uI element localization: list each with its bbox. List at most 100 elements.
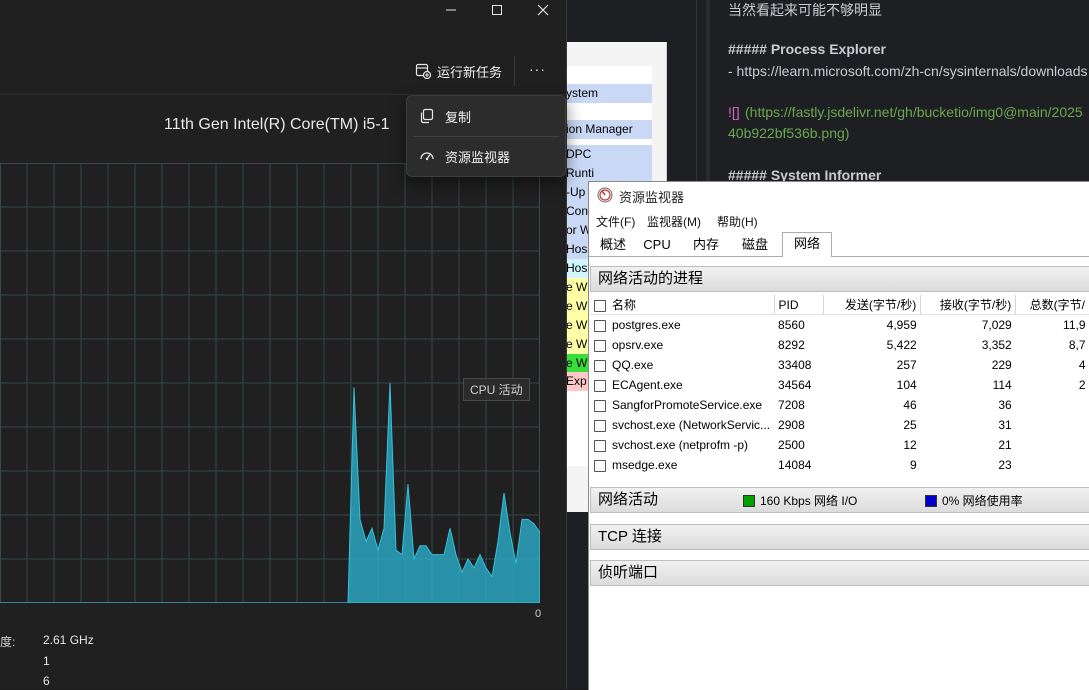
axis-zero-label: 0 xyxy=(535,608,542,620)
select-all-checkbox[interactable] xyxy=(594,299,606,312)
tab-network[interactable]: 网络 xyxy=(782,232,832,257)
network-usage-value: 0% 网络使用率 xyxy=(942,494,1023,508)
process-table-body: postgres.exe 8560 4,959 7,029 11,9 opsrv.exe 8… xyxy=(590,315,1089,476)
row-checkbox[interactable] xyxy=(594,419,606,432)
row-checkbox[interactable] xyxy=(594,459,606,472)
table-row[interactable]: svchost.exe (NetworkServic... 2908 25 31 xyxy=(590,415,1089,435)
table-row[interactable]: QQ.exe 33408 257 229 4 xyxy=(590,355,1089,375)
cell-send: 5,422 xyxy=(886,338,917,352)
md-link-line[interactable]: - https://learn.microsoft.com/zh-cn/sysi… xyxy=(728,63,1087,79)
row-checkbox[interactable] xyxy=(594,399,606,412)
column-name-label: 名称 xyxy=(612,298,637,312)
cell-name: svchost.exe (netprofm -p) xyxy=(590,435,774,455)
menu-item-copy[interactable]: 复制 xyxy=(407,97,565,135)
column-name[interactable]: 名称 xyxy=(590,295,775,315)
md-text-line: 当然看起来可能不够明显 xyxy=(728,2,882,18)
cell-name: svchost.exe (NetworkServic... xyxy=(590,415,774,435)
cell-pid: 14084 xyxy=(778,458,812,472)
column-pid[interactable]: PID xyxy=(774,295,825,315)
table-row[interactable]: ECAgent.exe 34564 104 114 2 xyxy=(590,375,1089,395)
stat-value-3: 6 xyxy=(43,674,50,688)
process-name: msedge.exe xyxy=(612,458,678,472)
menu-help[interactable]: 帮助(H) xyxy=(717,213,758,230)
cell-recv: 7,029 xyxy=(981,318,1012,332)
tab-disk[interactable]: 磁盘 xyxy=(736,234,774,256)
copy-icon xyxy=(420,108,434,124)
section-listening-label: 侦听端口 xyxy=(598,564,659,581)
cell-recv: 36 xyxy=(998,398,1012,412)
md-image-url[interactable]: (https://fastly.jsdelivr.net/gh/bucketio… xyxy=(745,104,1083,120)
table-row[interactable]: SangforPromoteService.exe 7208 46 36 xyxy=(590,395,1089,415)
process-table: 名称 PID 发送(字节/秒) 接收(字节/秒) 总数(字节/ postgres… xyxy=(590,295,1089,475)
cell-total xyxy=(1016,455,1089,475)
row-checkbox[interactable] xyxy=(594,339,606,352)
toolbar-divider xyxy=(514,56,515,86)
section-network-processes-label: 网络活动的进程 xyxy=(598,270,704,287)
section-network-activity[interactable]: 网络活动 160 Kbps 网络 I/O 0% 网络使用率 xyxy=(590,487,1089,513)
cell-pid: 2908 xyxy=(778,418,805,432)
column-recv[interactable]: 接收(字节/秒) xyxy=(920,295,1017,315)
process-name: svchost.exe (netprofm -p) xyxy=(612,438,749,452)
tab-overview[interactable]: 概述 xyxy=(591,234,635,256)
cell-recv: 3,352 xyxy=(981,338,1012,352)
menu-file[interactable]: 文件(F) xyxy=(596,213,635,230)
cpu-activity-tooltip: CPU 活动 xyxy=(463,378,530,401)
tab-cpu[interactable]: CPU xyxy=(639,234,675,256)
process-list-row[interactable]: ystem xyxy=(566,84,652,103)
row-checkbox[interactable] xyxy=(594,359,606,372)
md-image-url-cont[interactable]: 40b922bf536b.png) xyxy=(728,125,849,141)
cell-send: 9 xyxy=(910,458,917,472)
menu-item-resource-monitor[interactable]: 资源监视器 xyxy=(407,137,565,175)
process-list-row[interactable]: ion Manager xyxy=(566,120,652,139)
cell-pid: 2500 xyxy=(778,438,805,452)
close-icon xyxy=(537,4,549,16)
table-row[interactable]: msedge.exe 14084 9 23 xyxy=(590,455,1089,475)
process-name: postgres.exe xyxy=(612,318,681,332)
maximize-button[interactable] xyxy=(474,0,520,24)
cell-send: 104 xyxy=(896,378,917,392)
cpu-activity-chart xyxy=(0,163,540,603)
section-listening-ports[interactable]: 侦听端口 xyxy=(590,560,1089,586)
cell-recv: 21 xyxy=(998,438,1012,452)
cell-name: ECAgent.exe xyxy=(590,375,774,395)
row-checkbox[interactable] xyxy=(594,379,606,392)
maximize-icon xyxy=(492,5,502,15)
section-network-processes[interactable]: 网络活动的进程 xyxy=(590,266,1089,292)
gauge-icon xyxy=(420,152,434,161)
menu-item-copy-label: 复制 xyxy=(445,109,472,125)
column-send[interactable]: 发送(字节/秒) xyxy=(823,295,922,315)
cell-total: 8,7 xyxy=(1068,338,1086,352)
table-row[interactable]: opsrv.exe 8292 5,422 3,352 8,7 xyxy=(590,335,1089,355)
cell-total: 4 xyxy=(1078,358,1086,372)
process-name: svchost.exe (NetworkServic... xyxy=(612,418,771,432)
minimize-icon xyxy=(446,9,456,11)
process-name: ECAgent.exe xyxy=(612,378,683,392)
row-checkbox[interactable] xyxy=(594,319,606,332)
title-bar xyxy=(0,0,566,46)
process-name: opsrv.exe xyxy=(612,338,664,352)
speed-label: 度: xyxy=(0,635,16,649)
new-task-icon xyxy=(415,63,431,79)
cell-name: msedge.exe xyxy=(590,455,774,475)
menu-monitor[interactable]: 监视器(M) xyxy=(647,213,701,230)
table-row[interactable]: postgres.exe 8560 4,959 7,029 11,9 xyxy=(590,315,1089,336)
column-total[interactable]: 总数(字节/ xyxy=(1015,295,1089,315)
more-options-button[interactable]: ··· xyxy=(529,56,546,82)
cell-recv: 31 xyxy=(998,418,1012,432)
tab-memory[interactable]: 内存 xyxy=(685,234,727,256)
cell-name: SangforPromoteService.exe xyxy=(590,395,774,415)
section-network-activity-label: 网络活动 xyxy=(598,491,659,508)
row-checkbox[interactable] xyxy=(594,439,606,452)
minimize-button[interactable] xyxy=(428,0,474,24)
cell-total: 11,9 xyxy=(1063,318,1086,332)
table-row[interactable]: svchost.exe (netprofm -p) 2500 12 21 xyxy=(590,435,1089,455)
process-list-row[interactable]: DPC xyxy=(566,145,652,164)
network-io-color-box xyxy=(743,495,755,507)
cell-send: 46 xyxy=(903,398,917,412)
section-tcp-connections[interactable]: TCP 连接 xyxy=(590,524,1089,550)
cell-recv: 114 xyxy=(992,378,1012,392)
run-new-task-button[interactable]: 运行新任务 xyxy=(415,58,502,84)
cpu-model-name: 11th Gen Intel(R) Core(TM) i5-1 xyxy=(164,116,390,133)
cell-name: postgres.exe xyxy=(590,315,774,336)
close-button[interactable] xyxy=(520,0,566,24)
